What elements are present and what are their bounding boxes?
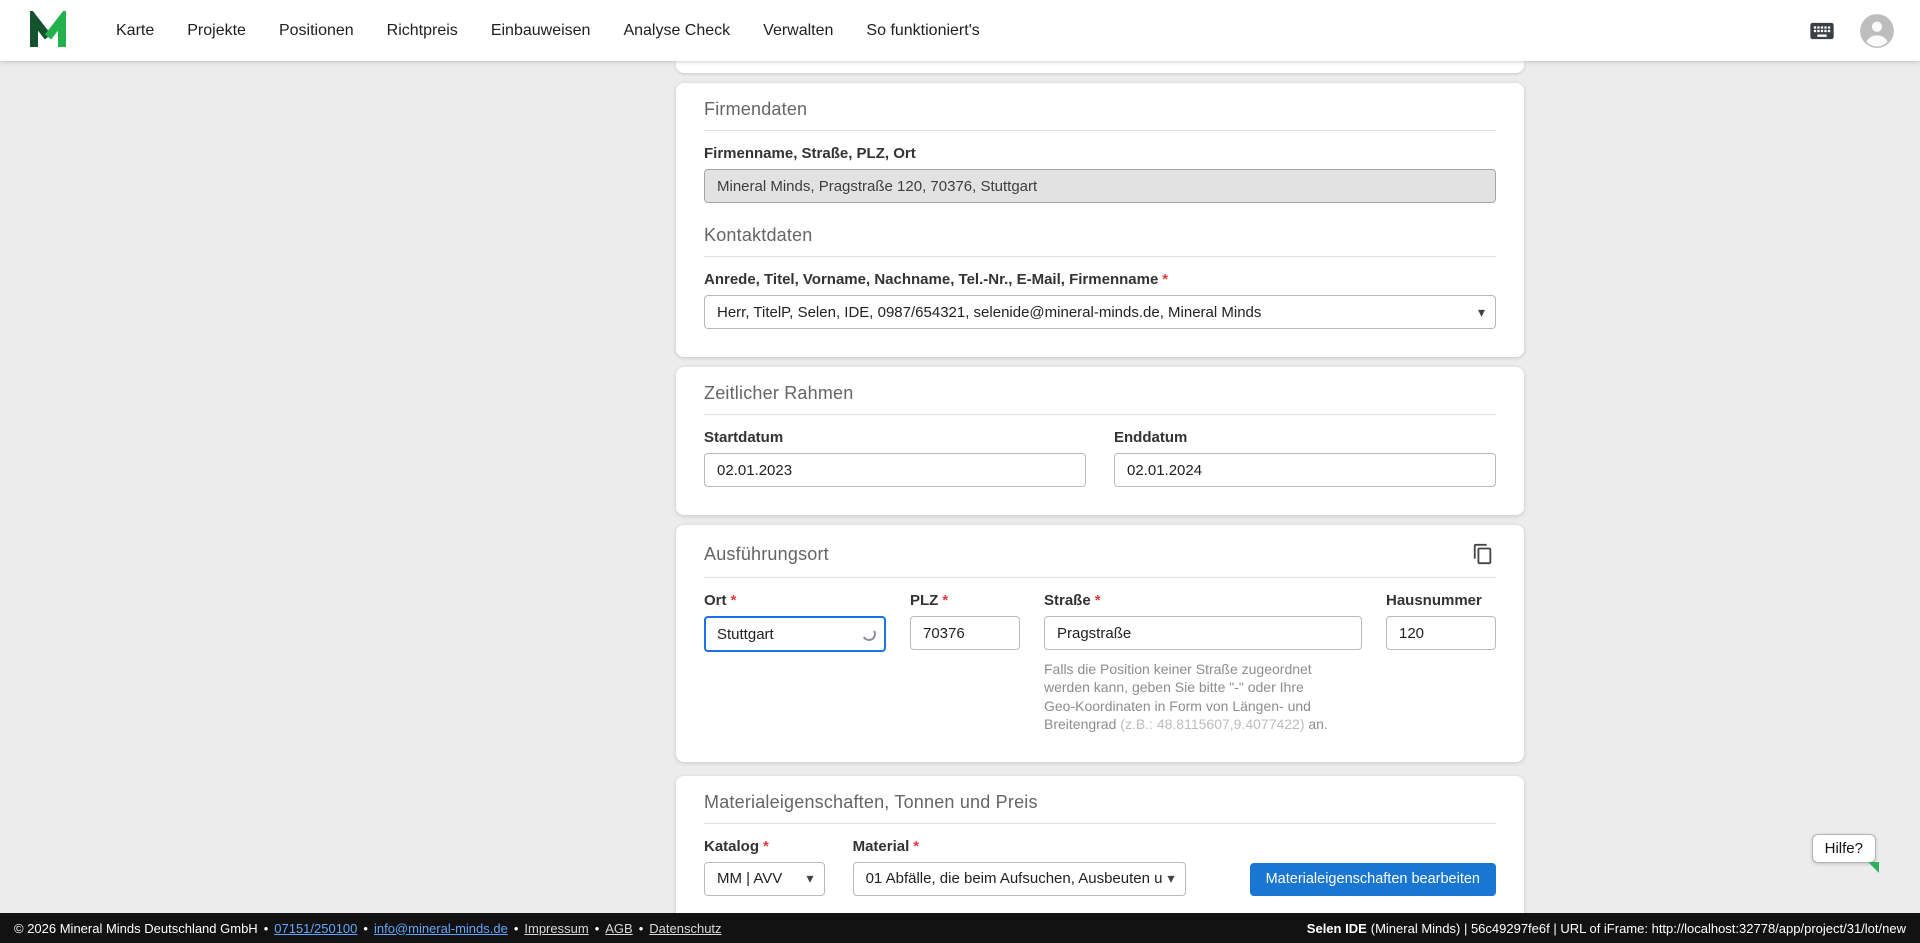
kontaktdaten-header: Kontaktdaten (704, 225, 1496, 257)
nav-item-so-funktionierts[interactable]: So funktioniert's (866, 22, 979, 40)
separator: • (263, 920, 269, 936)
impressum-link[interactable]: Impressum (524, 921, 588, 936)
nav-item-richtpreis[interactable]: Richtpreis (387, 22, 458, 40)
nav-item-projekte[interactable]: Projekte (187, 22, 246, 40)
copyright-text: © 2026 Mineral Minds Deutschland GmbH (14, 920, 258, 936)
navbar-right (1808, 13, 1894, 48)
material-title: Materialeigenschaften, Tonnen und Preis (704, 791, 1038, 812)
ort-field: Ort * (704, 578, 886, 734)
startdatum-input[interactable] (704, 453, 1086, 487)
material-select[interactable]: 01 Abfälle, die beim Aufsuchen, Ausbeute… (852, 861, 1186, 896)
avatar[interactable] (1860, 13, 1894, 48)
material-field: Material * 01 Abfälle, die beim Aufsuchen… (852, 824, 1186, 896)
keyboard-icon[interactable] (1808, 17, 1836, 45)
separator: • (363, 920, 368, 936)
separator: • (638, 920, 644, 936)
required-asterisk: * (763, 837, 769, 855)
ausfuehrungsort-card: Ausführungsort Ort* PLZ* (676, 525, 1524, 762)
zeitraum-title: Zeitlicher Rahmen (704, 383, 854, 403)
iframe-info: (Mineral Minds) | 56c49297fe6f | URL of … (1370, 920, 1906, 936)
kontaktdaten-title: Kontaktdaten (704, 225, 813, 245)
enddatum-label: Enddatum (1114, 429, 1188, 446)
enddatum-field: Enddatum (1114, 415, 1496, 487)
hausnummer-label: Hausnummer (1386, 592, 1482, 609)
material-label: Material * (852, 837, 920, 855)
footer-right: Selen IDE (Mineral Minds) | 56c49297fe6f… (1307, 921, 1906, 936)
ausfuehrungsort-title: Ausführungsort (704, 543, 829, 564)
firmendaten-title: Firmendaten (704, 99, 808, 119)
nav-item-karte[interactable]: Karte (116, 22, 154, 40)
firmendaten-header: Firmendaten (704, 99, 1496, 131)
ort-label: Ort * (704, 592, 737, 609)
strasse-field: Straße* Falls die Position keiner Straße… (1044, 578, 1362, 734)
nav-item-einbauweisen[interactable]: Einbauweisen (491, 22, 591, 40)
main-nav: Karte Projekte Positionen Richtpreis Ein… (116, 22, 980, 40)
katalog-field: Katalog * MM | AVV ▾ (704, 824, 825, 896)
hausnummer-field: Hausnummer (1386, 578, 1496, 734)
zeitlicher-rahmen-card: Zeitlicher Rahmen Startdatum Enddatum (676, 367, 1524, 515)
footer: © 2026 Mineral Minds Deutschland GmbH • … (0, 913, 1920, 943)
logo[interactable] (26, 9, 70, 53)
required-asterisk: * (1094, 592, 1101, 609)
nav-item-analyse-check[interactable]: Analyse Check (623, 22, 730, 40)
required-asterisk: * (913, 837, 920, 855)
required-asterisk: * (730, 592, 737, 609)
firmendaten-card: Firmendaten Firmenname, Straße, PLZ, Ort… (676, 83, 1524, 357)
phone-link[interactable]: 07151/250100 (274, 921, 357, 936)
startdatum-label: Startdatum (704, 429, 784, 446)
strasse-label: Straße * (1044, 592, 1101, 609)
hausnummer-input[interactable] (1386, 616, 1496, 650)
avatar-icon (1860, 13, 1894, 48)
required-asterisk: * (1162, 271, 1169, 288)
dropdown-caret-icon: ▾ (1477, 303, 1485, 320)
datenschutz-link[interactable]: Datenschutz (649, 921, 721, 936)
katalog-label: Katalog * (704, 837, 769, 855)
nav-item-verwalten[interactable]: Verwalten (763, 22, 833, 40)
enddatum-input[interactable] (1114, 453, 1496, 487)
strasse-hint: Falls die Position keiner Straße zugeord… (1044, 661, 1328, 733)
kontakt-label: Anrede, Titel, Vorname, Nachname, Tel.-N… (704, 271, 1169, 288)
materialeigenschaften-bearbeiten-button[interactable]: Materialeigenschaften bearbeiten (1249, 862, 1496, 896)
logo-icon (30, 10, 66, 47)
ort-input[interactable] (706, 618, 884, 650)
copy-icon[interactable] (1470, 541, 1496, 567)
strasse-input[interactable] (1044, 616, 1362, 650)
previous-card-partial (676, 61, 1524, 73)
firma-label: Firmenname, Straße, PLZ, Ort (704, 145, 916, 162)
plz-input[interactable] (910, 616, 1020, 650)
hilfe-button[interactable]: Hilfe? (1811, 834, 1880, 873)
separator: • (513, 920, 519, 936)
agb-link[interactable]: AGB (605, 921, 632, 936)
email-link[interactable]: info@mineral-minds.de (374, 921, 508, 936)
ort-input-wrap[interactable] (704, 616, 886, 652)
footer-left: © 2026 Mineral Minds Deutschland GmbH • … (14, 921, 722, 936)
nav-item-positionen[interactable]: Positionen (279, 22, 354, 40)
plz-field: PLZ * (910, 578, 1020, 734)
main-content: Firmendaten Firmenname, Straße, PLZ, Ort… (676, 61, 1524, 943)
dropdown-caret-icon: ▾ (1167, 870, 1175, 887)
ausfuehrungsort-header: Ausführungsort (704, 541, 1496, 578)
separator: • (594, 920, 600, 936)
app-name: Selen IDE (1306, 920, 1367, 936)
plz-label: PLZ * (910, 592, 949, 609)
dropdown-caret-icon: ▾ (806, 870, 814, 887)
katalog-select[interactable]: MM | AVV ▾ (704, 861, 825, 896)
material-header: Materialeigenschaften, Tonnen und Preis (704, 792, 1496, 824)
firma-input[interactable] (704, 169, 1496, 203)
zeitraum-header: Zeitlicher Rahmen (704, 383, 1496, 415)
startdatum-field: Startdatum (704, 415, 1086, 487)
required-asterisk: * (942, 592, 949, 609)
kontakt-select[interactable]: Herr, TitelP, Selen, IDE, 0987/654321, s… (704, 295, 1496, 329)
navbar: Karte Projekte Positionen Richtpreis Ein… (0, 0, 1920, 61)
